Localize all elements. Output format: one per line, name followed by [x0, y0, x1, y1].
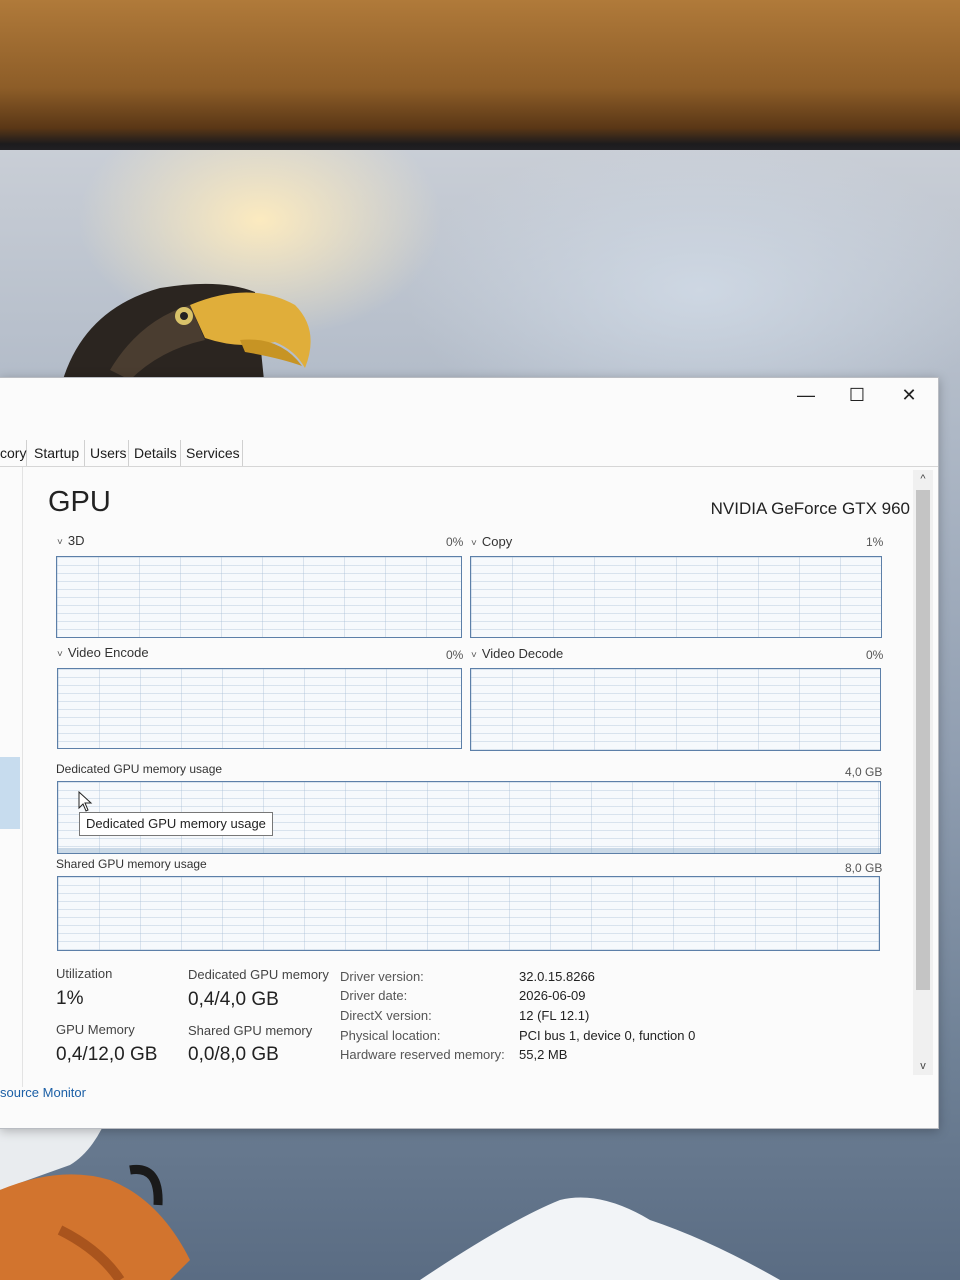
hardware-reserved-memory-value: 55,2 MB — [519, 1047, 568, 1062]
tab-services[interactable]: Services — [180, 440, 243, 466]
eagle-talons-image — [0, 1110, 190, 1280]
physical-location-key: Physical location: — [340, 1028, 441, 1043]
scrollbar[interactable]: ^ v — [913, 470, 933, 1075]
engine-percent-3d: 0% — [446, 535, 464, 549]
chevron-down-icon[interactable]: ˅ — [471, 538, 477, 549]
tooltip: Dedicated GPU memory usage — [79, 812, 273, 836]
gpu-device-name: NVIDIA GeForce GTX 960 — [710, 499, 910, 518]
tab-details[interactable]: Details — [128, 440, 181, 466]
tab-startup[interactable]: Startup — [28, 440, 85, 466]
driver-version-key: Driver version: — [340, 969, 424, 984]
maximize-button[interactable]: ☐ — [832, 378, 882, 412]
engine-name: Video Encode — [67, 645, 149, 660]
shared-memory-value: 0,0/8,0 GB — [188, 1044, 279, 1065]
graph-video-encode[interactable] — [57, 668, 462, 749]
engine-label-3d[interactable]: ˅ 3D — [57, 533, 84, 548]
engine-percent-video-decode: 0% — [866, 648, 884, 662]
chevron-down-icon[interactable]: ˅ — [57, 649, 63, 660]
monitor-bezel — [0, 0, 960, 160]
hardware-reserved-memory-key: Hardware reserved memory: — [340, 1047, 505, 1062]
dedicated-memory-value: 0,4/4,0 GB — [188, 989, 279, 1010]
minimize-button[interactable]: — — [781, 378, 831, 412]
chevron-down-icon[interactable]: ˅ — [57, 537, 63, 548]
engine-percent-copy: 1% — [866, 535, 884, 549]
close-button[interactable]: ✕ — [884, 378, 934, 412]
chevron-down-icon[interactable]: ˅ — [471, 650, 477, 661]
shared-memory-graph-label: Shared GPU memory usage — [56, 857, 207, 871]
utilization-label: Utilization — [56, 966, 113, 981]
graph-video-decode[interactable] — [470, 668, 881, 751]
gpu-memory-value: 0,4/12,0 GB — [56, 1044, 158, 1065]
graph-3d[interactable] — [56, 556, 462, 638]
scroll-down-icon[interactable]: v — [913, 1057, 933, 1075]
engine-label-copy[interactable]: ˅ Copy — [471, 534, 512, 549]
driver-date-value: 2026-06-09 — [519, 988, 586, 1003]
eagle-head-image — [60, 283, 311, 390]
directx-version-key: DirectX version: — [340, 1008, 432, 1023]
engine-percent-video-encode: 0% — [446, 648, 464, 662]
engine-name: Copy — [481, 534, 513, 549]
tab-bar: cory Startup Users Details Services — [0, 440, 938, 467]
shared-memory-label: Shared GPU memory — [188, 1023, 313, 1038]
graph-shared-memory[interactable] — [57, 876, 880, 951]
page-title: GPU — [48, 486, 111, 518]
task-manager-window: — ☐ ✕ cory Startup Users Details Service… — [0, 377, 939, 1129]
engine-label-video-decode[interactable]: ˅ Video Decode — [471, 646, 563, 661]
engine-label-video-encode[interactable]: ˅ Video Encode — [57, 645, 149, 660]
directx-version-value: 12 (FL 12.1) — [519, 1008, 590, 1023]
utilization-value: 1% — [56, 988, 84, 1009]
driver-date-key: Driver date: — [340, 988, 408, 1003]
tab-users[interactable]: Users — [84, 440, 129, 466]
dedicated-memory-graph-label: Dedicated GPU memory usage — [56, 762, 223, 776]
dedicated-memory-max: 4,0 GB — [845, 765, 883, 779]
shared-memory-max: 8,0 GB — [845, 861, 883, 875]
engine-name: 3D — [67, 533, 85, 548]
scroll-up-icon[interactable]: ^ — [913, 470, 933, 488]
dedicated-memory-label: Dedicated GPU memory — [188, 967, 329, 982]
sidebar-selected-gpu[interactable] — [0, 757, 20, 829]
graph-copy[interactable] — [470, 556, 882, 638]
physical-location-value: PCI bus 1, device 0, function 0 — [519, 1028, 696, 1043]
gpu-memory-label: GPU Memory — [56, 1022, 135, 1037]
dedicated-memory-fill — [58, 848, 880, 853]
engine-name: Video Decode — [481, 646, 564, 661]
driver-version-value: 32.0.15.8266 — [519, 969, 595, 984]
tab-app-history[interactable]: cory — [0, 440, 27, 466]
scrollbar-thumb[interactable] — [916, 490, 930, 990]
mouse-cursor-icon — [78, 791, 93, 812]
snowy-peak-image — [420, 1197, 780, 1280]
title-bar[interactable]: — ☐ ✕ — [0, 378, 938, 412]
open-resource-monitor-link[interactable]: source Monitor — [0, 1085, 86, 1100]
